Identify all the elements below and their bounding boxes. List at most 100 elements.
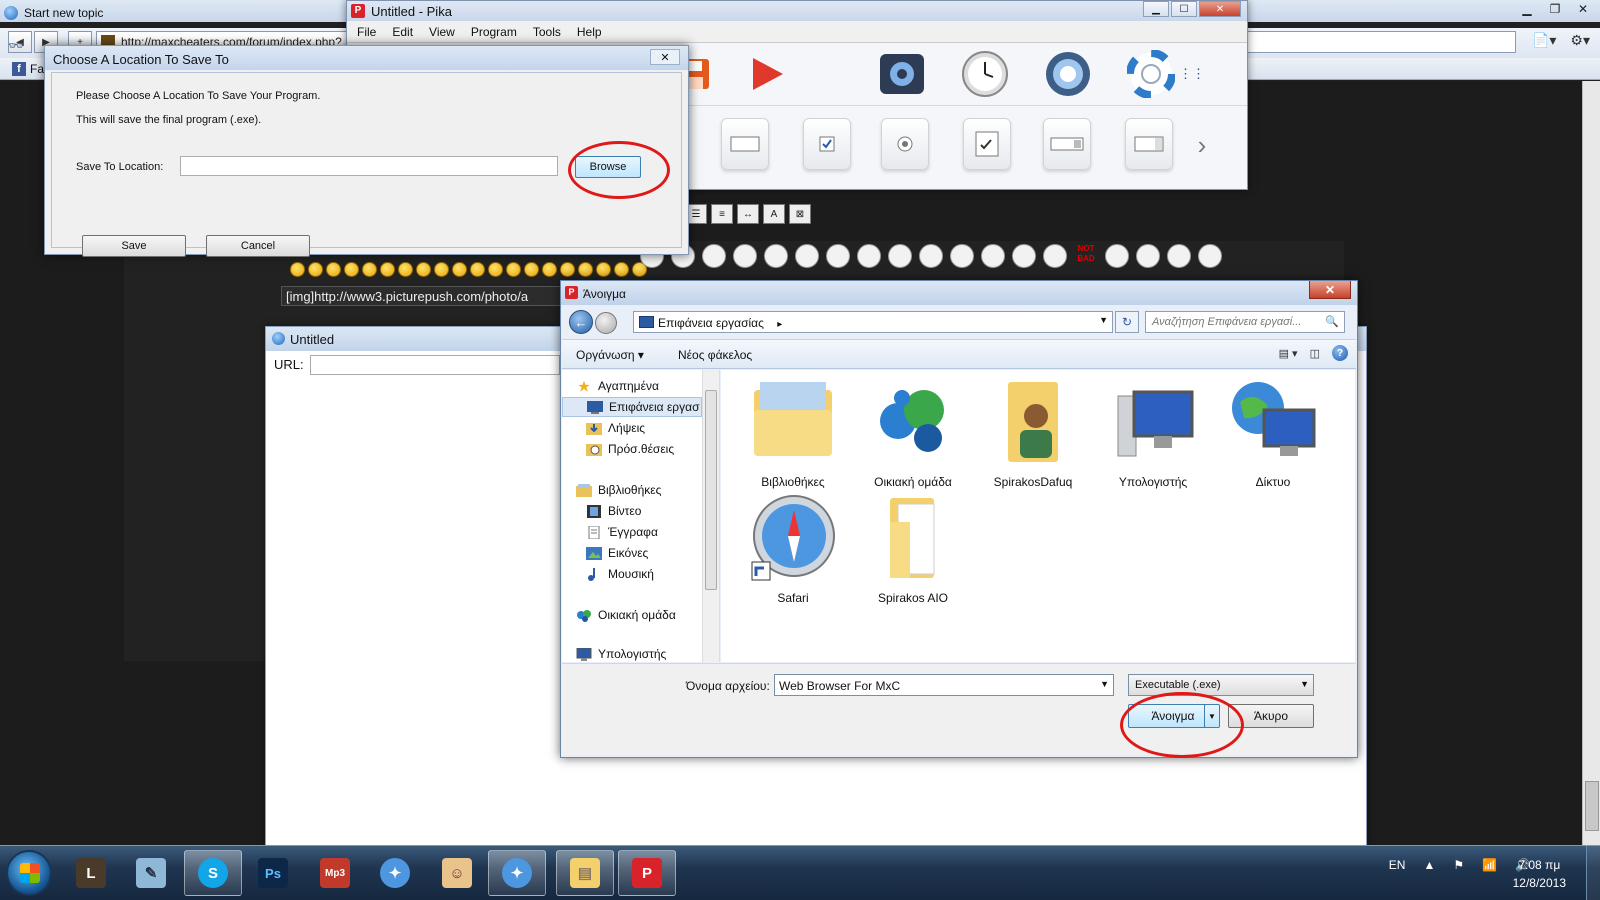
action-center-flag-icon[interactable]: ⚑ — [1453, 858, 1464, 872]
filetype-select[interactable]: Executable (.exe) ▼ — [1128, 674, 1314, 696]
close-button[interactable]: ✕ — [1199, 1, 1241, 17]
checklist-control-icon[interactable] — [963, 118, 1011, 170]
smiley-icon[interactable] — [578, 262, 593, 277]
taskbar-app[interactable]: ✎ — [122, 850, 180, 896]
view-options-icon[interactable]: ▤ ▾ — [1279, 347, 1298, 360]
clock[interactable]: 7:08 πμ 12/8/2013 — [1513, 856, 1566, 892]
chevron-down-icon[interactable]: ▼ — [1100, 679, 1109, 689]
rage-face-icon[interactable] — [950, 244, 974, 268]
search-input[interactable]: Αναζήτηση Επιφάνεια εργασί... 🔍 — [1145, 311, 1345, 333]
nav-scrollbar-thumb[interactable] — [705, 390, 717, 590]
rage-face-icon[interactable] — [764, 244, 788, 268]
run-play-icon[interactable] — [742, 49, 792, 99]
file-item-network[interactable]: Δίκτυο — [1217, 376, 1329, 489]
smiley-icon[interactable] — [398, 262, 413, 277]
minimize-button[interactable]: ▁ — [1143, 1, 1169, 17]
smiley-icon[interactable] — [434, 262, 449, 277]
textbox-control-icon[interactable] — [721, 118, 769, 170]
chevron-down-icon[interactable]: ▼ — [1099, 315, 1108, 325]
cancel-button[interactable]: Cancel — [206, 235, 310, 257]
gear-icon[interactable] — [1043, 49, 1093, 99]
path-chevron-icon[interactable]: ▸ — [777, 319, 782, 330]
rage-face-icon[interactable] — [733, 244, 757, 268]
horizontal-rule-icon[interactable]: ↔ — [737, 204, 759, 224]
restore-button[interactable]: ❐ — [1542, 0, 1568, 18]
favorite-facebook[interactable]: Fa — [30, 62, 44, 76]
menu-tools[interactable]: Tools — [533, 25, 561, 39]
menu-edit[interactable]: Edit — [392, 25, 413, 39]
more-tools-icon[interactable]: ⋮⋮ — [1179, 49, 1205, 99]
smiley-icon[interactable] — [488, 262, 503, 277]
taskbar-app[interactable]: S — [184, 850, 242, 896]
file-item-user[interactable]: SpirakosDafuq — [977, 376, 1089, 489]
smiley-icon[interactable] — [380, 262, 395, 277]
combobox-control-icon[interactable] — [1043, 118, 1091, 170]
close-button[interactable]: ✕ — [1570, 0, 1596, 18]
post-textarea[interactable]: [img]http://www3.picturepush.com/photo/a — [281, 286, 566, 306]
menu-file[interactable]: File — [357, 25, 376, 39]
close-button[interactable]: ✕ — [650, 49, 680, 65]
taskbar-app[interactable]: ✦ — [488, 850, 546, 896]
font-color-icon[interactable]: A — [763, 204, 785, 224]
file-item-safari[interactable]: Safari — [737, 492, 849, 605]
menu-view[interactable]: View — [429, 25, 455, 39]
settings-menu-icon[interactable]: ⚙▾ — [1570, 32, 1590, 49]
start-button[interactable] — [6, 850, 52, 896]
page-scrollbar-thumb[interactable] — [1585, 781, 1599, 831]
checkbox-control-icon[interactable] — [803, 118, 851, 170]
palette-next-icon[interactable]: › — [1187, 120, 1217, 170]
menu-program[interactable]: Program — [471, 25, 517, 39]
save-location-input[interactable] — [180, 156, 558, 176]
taskbar-app[interactable]: P — [618, 850, 676, 896]
remove-format-icon[interactable]: ⊠ — [789, 204, 811, 224]
menu-help[interactable]: Help — [577, 25, 602, 39]
smiley-icon[interactable] — [326, 262, 341, 277]
smiley-icon[interactable] — [308, 262, 323, 277]
rage-face-icon[interactable] — [1105, 244, 1129, 268]
browser-tab[interactable]: Start new topic — [0, 0, 111, 22]
smiley-icon[interactable] — [470, 262, 485, 277]
minimize-button[interactable]: ▁ — [1514, 0, 1540, 18]
taskbar-app[interactable]: Mp3 — [306, 850, 364, 896]
smiley-icon[interactable] — [290, 262, 305, 277]
smiley-icon[interactable] — [362, 262, 377, 277]
show-desktop-button[interactable] — [1586, 846, 1600, 900]
taskbar-app[interactable]: ▤ — [556, 850, 614, 896]
smiley-icon[interactable] — [452, 262, 467, 277]
nav-item-desktop[interactable]: Επιφάνεια εργασ — [562, 397, 702, 417]
preview-pane-icon[interactable]: ◫ — [1310, 347, 1320, 360]
help-icon[interactable]: ? — [1332, 345, 1348, 361]
nav-item-homegroup[interactable]: Οικιακή ομάδα — [576, 605, 716, 625]
settings-panel-icon[interactable] — [877, 49, 927, 99]
page-menu-icon[interactable]: 📄▾ — [1532, 32, 1556, 49]
network-signal-icon[interactable]: 📶 — [1482, 858, 1497, 872]
smiley-icon[interactable] — [524, 262, 539, 277]
smiley-icon[interactable] — [560, 262, 575, 277]
help-lifebuoy-icon[interactable] — [1126, 49, 1176, 99]
refresh-icon[interactable]: ↻ — [1115, 311, 1139, 333]
numbered-list-icon[interactable]: ≡ — [711, 204, 733, 224]
smiley-icon[interactable] — [344, 262, 359, 277]
taskbar-app[interactable]: ✦ — [366, 850, 424, 896]
taskbar-app[interactable]: L — [62, 850, 120, 896]
rage-face-icon[interactable] — [919, 244, 943, 268]
nav-item-libraries[interactable]: Βιβλιοθήκες — [576, 480, 716, 500]
rage-face-icon[interactable] — [857, 244, 881, 268]
file-item-homegroup[interactable]: Οικιακή ομάδα — [857, 376, 969, 489]
url-input[interactable] — [310, 355, 560, 375]
smiley-icon[interactable] — [596, 262, 611, 277]
filename-input[interactable]: Web Browser For MxC ▼ — [774, 674, 1114, 696]
rage-face-icon[interactable] — [888, 244, 912, 268]
smiley-icon[interactable] — [416, 262, 431, 277]
cancel-button[interactable]: Άκυρο — [1228, 704, 1314, 728]
clock-icon[interactable] — [960, 49, 1010, 99]
taskbar-app[interactable]: ☺ — [428, 850, 486, 896]
smiley-icon[interactable] — [506, 262, 521, 277]
page-scrollbar[interactable] — [1582, 81, 1600, 845]
file-item-computer[interactable]: Υπολογιστής — [1097, 376, 1209, 489]
close-button[interactable]: ✕ — [1309, 281, 1351, 299]
nav-item-favorites[interactable]: Αγαπημένα — [576, 376, 716, 396]
rage-face-icon[interactable] — [981, 244, 1005, 268]
search-icon[interactable]: 🔍 — [1325, 315, 1339, 328]
file-item-libraries[interactable]: Βιβλιοθήκες — [737, 376, 849, 489]
